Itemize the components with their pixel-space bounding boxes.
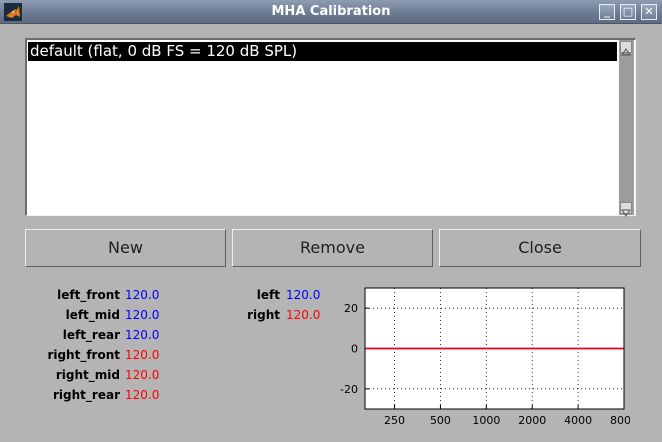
close-window-button[interactable]: ✕ — [641, 4, 657, 20]
x-tick-label: 1000 — [472, 414, 500, 427]
channel-value-left-mid: 120.0 — [125, 308, 160, 322]
list-item[interactable]: default (flat, 0 dB FS = 120 dB SPL) — [28, 42, 617, 61]
y-tick-label: -20 — [340, 383, 358, 396]
window-title: MHA Calibration — [271, 4, 391, 19]
remove-button[interactable]: Remove — [232, 229, 433, 267]
title-bar: MHA Calibration _ □ ✕ — [0, 0, 662, 24]
channel-label-right-mid: right_mid — [55, 368, 120, 382]
y-tick-label: 20 — [344, 302, 358, 315]
y-tick-label: 0 — [351, 343, 358, 356]
channel-label-left-mid: left_mid — [65, 308, 120, 322]
side-label-right: right — [247, 308, 280, 322]
down-arrow-icon — [621, 209, 631, 217]
side-value-left: 120.0 — [286, 288, 321, 302]
channel-value-right-front: 120.0 — [125, 348, 160, 362]
channel-label-left-rear: left_rear — [62, 328, 120, 342]
calibration-listbox[interactable]: default (flat, 0 dB FS = 120 dB SPL) — [25, 38, 636, 217]
close-button[interactable]: Close — [439, 229, 641, 267]
x-tick-label: 8000 — [610, 414, 630, 427]
channel-label-left-front: left_front — [57, 288, 120, 302]
channel-value-left-rear: 120.0 — [125, 328, 160, 342]
channel-value-right-mid: 120.0 — [125, 368, 160, 382]
channel-value-right-rear: 120.0 — [125, 388, 160, 402]
side-label-left: left — [256, 288, 280, 302]
scroll-down-arrow[interactable] — [620, 202, 632, 217]
vertical-scrollbar[interactable] — [619, 40, 634, 217]
side-value-right: 120.0 — [286, 308, 321, 322]
x-tick-label: 500 — [430, 414, 451, 427]
up-arrow-icon — [621, 48, 631, 56]
scroll-up-arrow[interactable] — [620, 41, 632, 56]
x-tick-label: 2000 — [518, 414, 546, 427]
new-button[interactable]: New — [25, 229, 226, 267]
channel-label-right-front: right_front — [47, 348, 120, 362]
x-tick-label: 4000 — [564, 414, 592, 427]
channel-label-right-rear: right_rear — [53, 388, 120, 402]
x-tick-label: 250 — [384, 414, 405, 427]
maximize-button[interactable]: □ — [620, 4, 636, 20]
channel-value-left-front: 120.0 — [125, 288, 160, 302]
minimize-button[interactable]: _ — [599, 4, 615, 20]
calibration-plot: 250 500 1000 2000 4000 8000 -20 0 20 — [340, 287, 630, 427]
